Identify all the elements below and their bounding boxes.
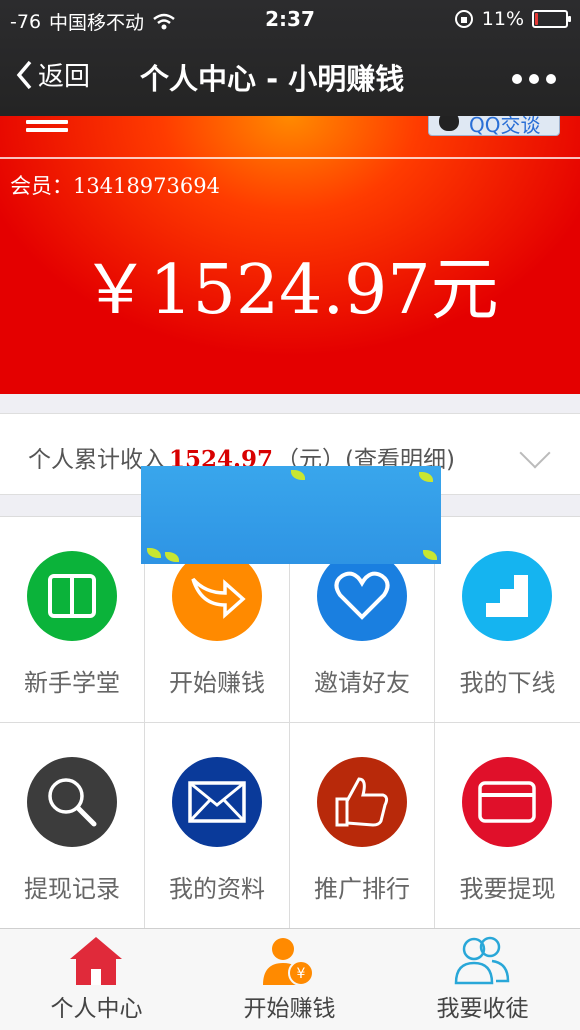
page-title: 个人中心 - 小明赚钱 — [140, 62, 405, 96]
bottom-tab-bar: 个人中心 ¥ 开始赚钱 我要收徒 — [0, 928, 580, 1030]
qq-penguin-icon — [439, 116, 459, 131]
thumbs-up-icon — [317, 757, 407, 847]
leaf-decoration — [291, 470, 305, 480]
top-bars: -76 中国移不动 2:37 11% 返回 个人中心 - 小明赚钱 — [0, 0, 580, 116]
users-icon — [454, 936, 510, 985]
balance-amount: ￥1524.97元 — [81, 251, 499, 330]
battery-percent: 11% — [481, 8, 524, 30]
arrow-icon — [172, 551, 262, 641]
status-bar: -76 中国移不动 2:37 11% — [0, 0, 580, 40]
status-right: 11% — [454, 8, 571, 30]
grid-item-withdraw[interactable]: 我要提现 — [435, 723, 580, 929]
mail-icon — [172, 757, 262, 847]
more-dot — [529, 74, 539, 84]
member-id: 13418973694 — [73, 174, 220, 198]
more-dot — [546, 74, 556, 84]
more-menu-button[interactable] — [512, 74, 556, 84]
stairs-icon — [462, 551, 552, 641]
grid-item-label: 我的下线 — [459, 669, 556, 697]
grid-item-promotion-ranking[interactable]: 推广排行 — [290, 723, 435, 929]
tab-start-earning[interactable]: ¥ 开始赚钱 — [193, 929, 386, 1030]
tab-label: 个人中心 — [50, 996, 143, 1022]
nav-bar: 返回 个人中心 - 小明赚钱 — [0, 40, 580, 116]
book-icon — [27, 551, 117, 641]
battery-icon — [532, 10, 571, 28]
member-label: 会员： — [10, 174, 73, 198]
tab-label: 我要收徒 — [436, 996, 529, 1022]
back-button[interactable]: 返回 — [16, 56, 90, 93]
svg-text:¥: ¥ — [297, 966, 306, 982]
grid-item-label: 开始赚钱 — [169, 669, 265, 697]
tab-label: 开始赚钱 — [243, 996, 336, 1022]
grid-item-label: 邀请好友 — [314, 669, 410, 697]
qq-chat-label: QQ交谈 — [469, 116, 541, 137]
tab-personal-center[interactable]: 个人中心 — [0, 929, 193, 1030]
member-info: 会员：13418973694 — [10, 170, 220, 200]
divider — [0, 157, 580, 159]
balance-hero: QQ交谈 会员：13418973694 ￥1524.97元 — [0, 116, 580, 394]
leaf-decoration — [147, 548, 161, 558]
user-money-icon: ¥ — [263, 938, 314, 986]
menu-icon[interactable] — [26, 116, 68, 134]
grid-item-newbie-school[interactable]: 新手学堂 — [0, 517, 145, 723]
more-dot — [512, 74, 522, 84]
grid-item-label: 我的资料 — [169, 875, 265, 903]
leaf-decoration — [165, 552, 179, 562]
qq-chat-button[interactable]: QQ交谈 — [428, 116, 560, 137]
home-icon — [70, 937, 122, 985]
ad-banner[interactable] — [141, 466, 441, 564]
search-icon — [27, 757, 117, 847]
grid-item-label: 新手学堂 — [24, 669, 120, 697]
grid-item-label: 我要提现 — [459, 875, 556, 903]
grid-item-my-downline[interactable]: 我的下线 — [435, 517, 580, 723]
battery-level — [535, 13, 539, 25]
grid-item-label: 提现记录 — [24, 875, 120, 903]
feature-grid: 新手学堂 开始赚钱 邀请好友 我的下线 提现记录 我的资料 推广排行 我要提现 — [0, 516, 580, 929]
grid-item-withdraw-records[interactable]: 提现记录 — [0, 723, 145, 929]
tab-recruit-apprentice[interactable]: 我要收徒 — [386, 929, 579, 1030]
rotation-lock-icon — [454, 10, 473, 28]
chevron-down-icon[interactable] — [519, 437, 551, 469]
leaf-decoration — [423, 550, 437, 560]
chevron-left-icon — [16, 60, 32, 89]
leaf-decoration — [419, 472, 433, 482]
back-label: 返回 — [38, 62, 91, 92]
heart-icon — [317, 551, 407, 641]
grid-item-my-profile[interactable]: 我的资料 — [145, 723, 290, 929]
grid-item-label: 推广排行 — [314, 875, 410, 903]
card-icon — [462, 757, 552, 847]
